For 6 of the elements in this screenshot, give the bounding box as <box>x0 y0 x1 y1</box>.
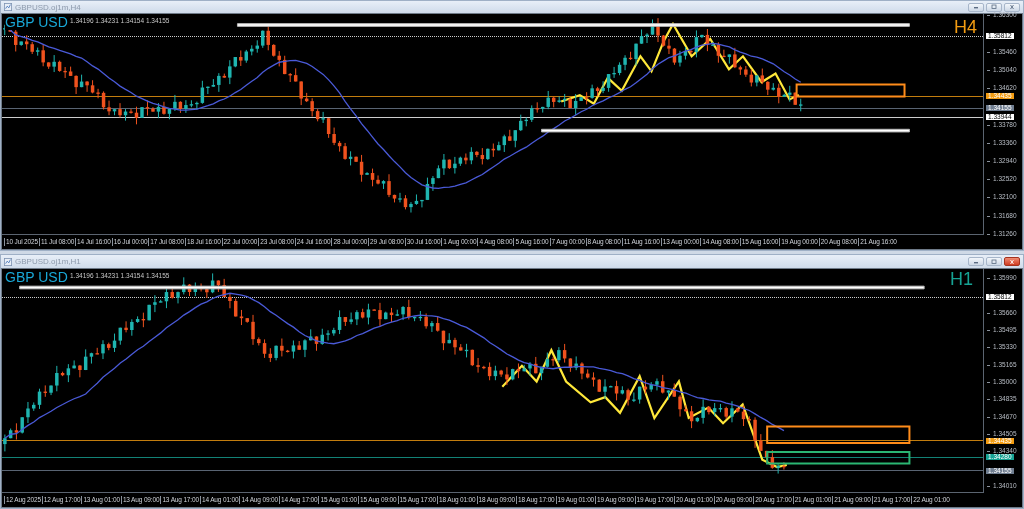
window-title: GBPUSD.oj1m,H4 <box>15 2 81 12</box>
window-title: GBPUSD.oj1m,H1 <box>15 257 81 266</box>
symbol-label: GBP USD <box>5 270 68 285</box>
timeframe-label: H4 <box>954 18 977 36</box>
timeframe-label: H1 <box>950 270 973 288</box>
symbol-label: GBP USD <box>5 15 68 30</box>
